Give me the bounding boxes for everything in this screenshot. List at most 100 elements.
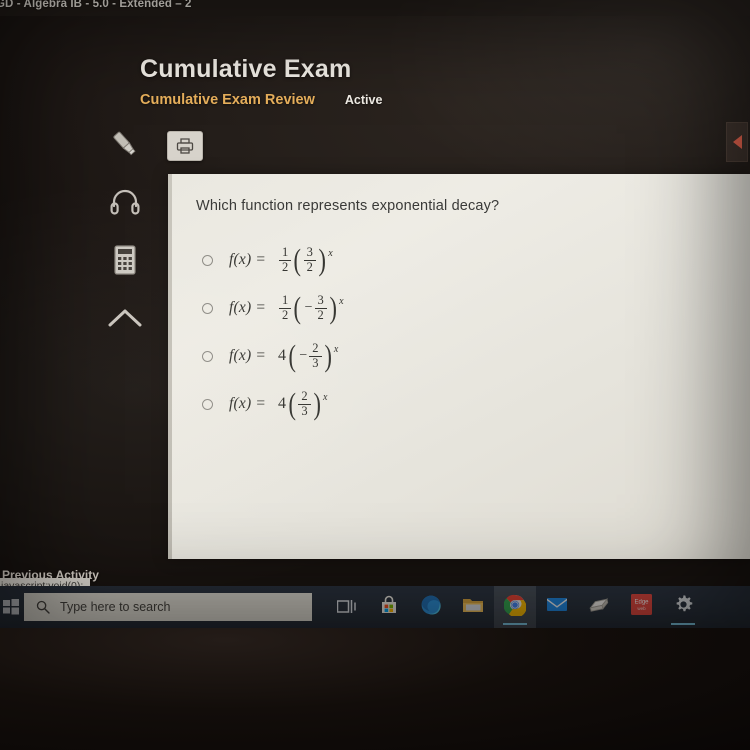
left-paren: ( xyxy=(288,385,296,421)
edge-legacy-icon: Edge web xyxy=(630,594,652,620)
browser-tab-strip[interactable]: GD - Algebra IB - 5.0 - Extended – 2 xyxy=(0,0,750,16)
svg-text:Edge: Edge xyxy=(634,600,649,606)
taskbar-item-microsoft-edge[interactable] xyxy=(410,586,452,628)
search-placeholder-text: Type here to search xyxy=(60,600,171,614)
exam-subtitle: Cumulative Exam Review xyxy=(140,92,315,108)
option-b-negative-sign: − xyxy=(304,300,313,315)
task-view-icon xyxy=(337,599,356,613)
search-input[interactable]: Type here to search xyxy=(24,593,312,621)
answer-option-c[interactable]: f(x) = 4 ( − 2 3 ) x xyxy=(196,332,656,380)
option-b-coef-num: 1 xyxy=(282,293,289,307)
taskbar-item-settings[interactable] xyxy=(662,586,704,628)
eraser-icon xyxy=(587,597,611,618)
option-a-exponent: x xyxy=(328,248,333,259)
option-d-coefficient: 4 xyxy=(278,395,287,412)
left-paren: ( xyxy=(293,241,302,277)
option-a-coef-num: 1 xyxy=(282,245,289,259)
laptop-photo: GD - Algebra IB - 5.0 - Extended – 2 Cum… xyxy=(0,0,750,750)
option-c-base-num: 2 xyxy=(312,341,319,355)
option-c-negative-sign: − xyxy=(299,348,308,363)
question-text: Which function represents exponential de… xyxy=(196,198,500,214)
option-a-base-group: ( 3 2 ) x xyxy=(292,241,333,277)
svg-text:web: web xyxy=(637,606,646,611)
option-b-expression: f(x) = 1 2 ( − 3 2) x xyxy=(229,289,344,325)
taskbar-item-task-view[interactable] xyxy=(326,586,368,628)
collapse-panel-tab[interactable] xyxy=(726,122,748,162)
laptop-body: hp xyxy=(0,628,750,750)
gear-icon xyxy=(673,594,694,620)
option-d-base-num: 2 xyxy=(301,389,308,403)
microsoft-store-icon xyxy=(379,595,399,620)
status-badge: Active xyxy=(344,93,383,107)
exam-header: Cumulative Exam Cumulative Exam Review A… xyxy=(140,55,382,108)
option-d-label: f(x) = xyxy=(229,395,267,412)
browser-tab-title: GD - Algebra IB - 5.0 - Extended – 2 xyxy=(0,0,192,10)
radio-button-b[interactable] xyxy=(202,302,213,314)
windows-logo-icon xyxy=(3,599,19,615)
right-paren: ) xyxy=(318,241,326,277)
question-panel: Which function represents exponential de… xyxy=(168,174,750,559)
collapse-up-icon[interactable] xyxy=(105,302,145,334)
radio-button-a[interactable] xyxy=(202,254,213,266)
option-c-coefficient: 4 xyxy=(278,347,287,364)
highlighter-icon[interactable] xyxy=(105,128,145,160)
option-c-exponent: x xyxy=(333,344,339,355)
option-a-label: f(x) = xyxy=(229,251,267,268)
taskbar-item-edge-legacy-app[interactable]: Edge web xyxy=(620,586,662,628)
option-c-base-den: 3 xyxy=(309,355,322,371)
right-paren: ) xyxy=(323,337,332,373)
printer-icon xyxy=(176,138,194,154)
option-d-base-group: ( 2 3 ) x xyxy=(287,385,328,421)
option-c-label: f(x) = xyxy=(229,347,267,364)
file-explorer-icon xyxy=(462,595,484,619)
option-b-coef-den: 2 xyxy=(279,307,292,323)
right-paren: ) xyxy=(329,289,337,325)
answer-option-d[interactable]: f(x) = 4 ( 2 3 ) x xyxy=(196,380,656,428)
radio-button-d[interactable] xyxy=(202,398,213,410)
print-button[interactable] xyxy=(167,131,203,161)
option-b-base-group: ( − 3 2 ) x xyxy=(292,289,344,325)
taskbar-icon-group: Edge web xyxy=(326,586,704,628)
taskbar-item-google-chrome[interactable] xyxy=(494,586,536,628)
option-a-base-den: 2 xyxy=(303,259,316,275)
option-d-base-den: 3 xyxy=(298,403,311,419)
search-icon xyxy=(36,600,50,614)
laptop-screen: GD - Algebra IB - 5.0 - Extended – 2 Cum… xyxy=(0,0,750,628)
option-a-coef-den: 2 xyxy=(279,259,292,275)
exam-subheader-row: Cumulative Exam Review Active xyxy=(140,92,382,108)
answer-option-b[interactable]: f(x) = 1 2 ( − 3 2) x xyxy=(196,284,656,332)
option-c-expression: f(x) = 4 ( − 2 3 ) x xyxy=(229,337,339,373)
panel-left-edge xyxy=(168,174,172,559)
right-paren: ) xyxy=(313,385,321,421)
left-paren: ( xyxy=(288,337,296,373)
option-b-coefficient-fraction: 1 2 xyxy=(279,293,292,323)
option-b-label: f(x) = xyxy=(229,299,267,316)
option-a-coefficient-fraction: 1 2 xyxy=(279,245,292,275)
page-title: Cumulative Exam xyxy=(140,55,352,83)
google-chrome-icon xyxy=(503,594,527,621)
start-button[interactable] xyxy=(0,586,22,628)
option-a-expression: f(x) = 1 2 ( 3 2 ) x xyxy=(229,241,333,277)
taskbar-item-file-explorer[interactable] xyxy=(452,586,494,628)
option-b-base-den: 2 xyxy=(314,307,327,323)
option-b-base-num: 3 xyxy=(317,293,324,307)
option-a-base-fraction: 3 2 xyxy=(303,245,316,275)
chevron-left-icon xyxy=(732,135,742,149)
mail-icon xyxy=(546,596,568,618)
windows-taskbar: Type here to search Edge web xyxy=(0,586,750,628)
answer-options-list: f(x) = 1 2 ( 3 2 ) x f(x) = 1 2 (− 3 2 … xyxy=(196,236,656,428)
tool-rail xyxy=(94,128,156,334)
taskbar-item-microsoft-store[interactable] xyxy=(368,586,410,628)
radio-button-c[interactable] xyxy=(202,350,213,362)
option-d-exponent: x xyxy=(322,392,328,403)
answer-option-a[interactable]: f(x) = 1 2 ( 3 2 ) x xyxy=(196,236,656,284)
option-c-base-group: ( − 2 3 ) x xyxy=(287,337,339,373)
option-d-expression: f(x) = 4 ( 2 3 ) x xyxy=(229,385,328,421)
option-d-base-fraction: 2 3 xyxy=(298,389,311,419)
left-paren: ( xyxy=(293,289,302,325)
taskbar-item-eraser-app[interactable] xyxy=(578,586,620,628)
taskbar-item-mail[interactable] xyxy=(536,586,578,628)
option-c-base-fraction: 2 3 xyxy=(309,341,322,371)
headphones-icon[interactable] xyxy=(105,186,145,218)
calculator-icon[interactable] xyxy=(105,244,145,276)
